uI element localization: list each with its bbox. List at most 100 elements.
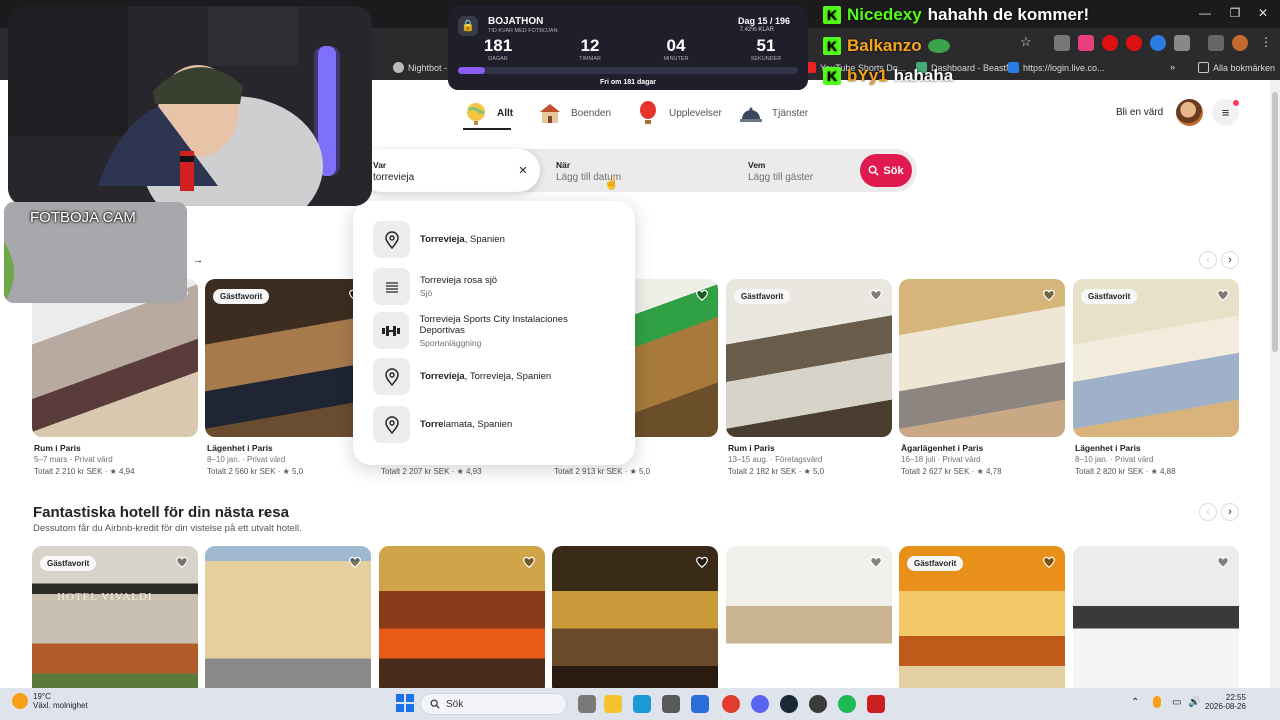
hotel-photo[interactable]	[205, 546, 371, 696]
mail-icon[interactable]	[691, 695, 709, 713]
where-label: Var	[373, 160, 387, 170]
listing-dates: 13–15 aug. · Företagsvärd	[728, 455, 823, 464]
become-host-link[interactable]: Bli en värd	[1116, 107, 1163, 118]
countdown-value: 51	[756, 36, 776, 55]
heart-icon[interactable]	[1042, 288, 1056, 302]
extension-icon[interactable]	[1102, 35, 1118, 51]
scrollbar-thumb[interactable]	[1272, 92, 1278, 352]
store-icon[interactable]	[662, 695, 680, 713]
suggestion-item[interactable]: Torrevieja, Torrevieja, Spanien	[373, 358, 613, 395]
suggestion-item[interactable]: Torrevieja rosa sjö Sjö	[373, 268, 613, 305]
avatar[interactable]	[1176, 99, 1203, 126]
tab-tjanster[interactable]: Tjänster	[738, 96, 808, 130]
media-icon[interactable]	[1208, 35, 1224, 51]
volume-icon[interactable]: 🔊	[1188, 697, 1200, 708]
hotel-photo[interactable]	[379, 546, 545, 696]
chat-username: Nicedexy	[847, 5, 922, 24]
bookmarks-overflow-icon[interactable]: »	[1170, 62, 1175, 72]
search-button[interactable]: Sök	[860, 154, 912, 187]
tab-boenden[interactable]: Boenden	[537, 96, 611, 130]
section-arrow-icon[interactable]: →	[190, 252, 206, 268]
listing-title[interactable]: Ägarlägenhet i Paris	[901, 443, 983, 453]
extension-icon[interactable]	[1078, 35, 1094, 51]
listing-title[interactable]: Rum i Paris	[34, 443, 81, 453]
extension-icon[interactable]	[1054, 35, 1070, 51]
timer-progress-track	[458, 67, 798, 74]
suggestion-title: lamata, Spanien	[443, 419, 513, 430]
heart-icon[interactable]	[1042, 555, 1056, 569]
spotify-icon[interactable]	[838, 695, 856, 713]
bookmark-item[interactable]: https://login.live.co...	[1008, 62, 1105, 73]
heart-icon[interactable]	[1216, 555, 1230, 569]
close-icon[interactable]: ✕	[1254, 6, 1272, 22]
mic-icon[interactable]	[1153, 696, 1161, 708]
heart-icon[interactable]	[1216, 288, 1230, 302]
bookmark-item[interactable]: Nightbot -	[393, 62, 447, 73]
obs-icon[interactable]	[809, 695, 827, 713]
suggestion-item[interactable]: Torrevieja Sports City Instalaciones Dep…	[373, 312, 613, 349]
heart-icon[interactable]	[175, 555, 189, 569]
minimize-icon[interactable]: —	[1196, 6, 1214, 22]
suggestion-title: , Torrevieja, Spanien	[464, 371, 552, 382]
profile-icon[interactable]	[1232, 35, 1248, 51]
heart-icon[interactable]	[695, 555, 709, 569]
suggestion-text: Torrevieja Sports City Instalaciones Dep…	[419, 314, 613, 348]
maximize-icon[interactable]: ❐	[1226, 6, 1244, 22]
taskbar-search-input[interactable]: Sök	[420, 693, 567, 715]
tray-chevron-icon[interactable]: ⌃	[1131, 697, 1139, 708]
hotel-photo[interactable]	[552, 546, 718, 696]
where-field[interactable]	[360, 149, 540, 192]
listing-title[interactable]: Rum i Paris	[728, 443, 775, 453]
taskbar-clock[interactable]: 22:55 2026-08-26	[1205, 693, 1246, 711]
heart-icon[interactable]	[869, 555, 883, 569]
notification-dot	[1233, 100, 1239, 106]
carousel-next-button[interactable]: ›	[1221, 251, 1239, 269]
extension-icon[interactable]	[1126, 35, 1142, 51]
all-bookmarks-folder[interactable]: Alla bokmärken	[1198, 62, 1275, 73]
section-arrow-icon[interactable]: →	[257, 505, 273, 521]
heart-icon[interactable]	[522, 555, 536, 569]
tab-allt[interactable]: Allt	[463, 96, 513, 130]
webcam-feed	[8, 6, 372, 206]
timer-progress-fill	[458, 67, 486, 74]
network-icon[interactable]: ▭	[1172, 697, 1181, 708]
heart-icon[interactable]	[348, 555, 362, 569]
listing-dates: 8–10 jan. · Privat värd	[1075, 455, 1154, 464]
steam-icon[interactable]	[780, 695, 798, 713]
hotel-photo[interactable]	[1073, 546, 1239, 696]
bookmark-star-icon[interactable]: ☆	[1020, 34, 1032, 50]
task-view-icon[interactable]	[578, 695, 596, 713]
listing-title[interactable]: Lägenhet i Paris	[207, 443, 273, 453]
guest-favorite-badge: Gästfavorit	[734, 289, 791, 304]
listing-title[interactable]: Lägenhet i Paris	[1075, 443, 1141, 453]
chrome-icon[interactable]	[722, 695, 740, 713]
suggestion-item[interactable]: Torrevieja, Spanien	[373, 221, 613, 258]
tab-upplevelser[interactable]: Upplevelser	[635, 96, 722, 130]
discord-icon[interactable]	[751, 695, 769, 713]
where-input[interactable]: torrevieja	[373, 172, 414, 183]
edge-icon[interactable]	[633, 695, 651, 713]
hotel-photo[interactable]	[726, 546, 892, 696]
listing-photo[interactable]	[899, 279, 1065, 437]
countdown-unit: MINUTER	[663, 56, 689, 62]
lake-icon	[373, 268, 410, 305]
clear-input-icon[interactable]: ✕	[516, 164, 530, 178]
heart-icon[interactable]	[695, 288, 709, 302]
carousel-prev-button[interactable]: ‹	[1199, 503, 1217, 521]
heart-icon[interactable]	[869, 288, 883, 302]
timer-percent: 7.42% KLAR	[739, 27, 774, 33]
extension-icon[interactable]	[1150, 35, 1166, 51]
suggestion-type: Sportanläggning	[419, 337, 482, 348]
carousel-prev-button[interactable]: ‹	[1199, 251, 1217, 269]
carousel-next-button[interactable]: ›	[1221, 503, 1239, 521]
more-icon[interactable]: ⋮	[1258, 35, 1274, 51]
suggestion-item[interactable]: Torrelamata, Spanien	[373, 406, 613, 443]
windows-start-icon[interactable]	[396, 694, 414, 712]
file-explorer-icon[interactable]	[604, 695, 622, 713]
search-icon	[430, 699, 440, 709]
red-app-icon[interactable]	[867, 695, 885, 713]
guests-field[interactable]: Lägg till gäster	[748, 172, 813, 183]
weather-widget[interactable]: 19°C Växl. molnighet	[12, 692, 88, 710]
listing-price: Totalt 2 913 kr SEK · ★ 5,0	[554, 467, 651, 476]
puzzle-icon[interactable]	[1174, 35, 1190, 51]
